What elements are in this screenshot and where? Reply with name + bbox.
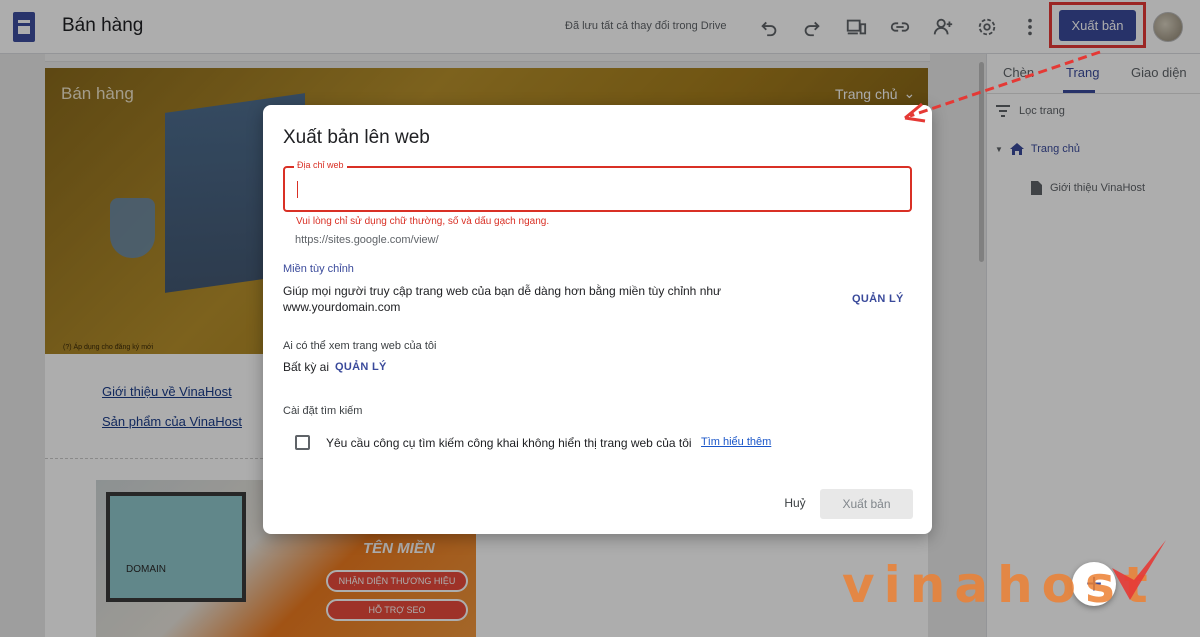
hide-from-search-checkbox[interactable]	[295, 435, 310, 450]
custom-domain-description: Giúp mọi người truy cập trang web của bạ…	[283, 284, 722, 314]
viewers-value-text: Bất kỳ ai	[283, 360, 330, 374]
cancel-button[interactable]: Huỷ	[775, 492, 815, 514]
error-message: Vui lòng chỉ sử dụng chữ thường, số và d…	[296, 216, 550, 227]
url-prefix: https://sites.google.com/view/	[295, 234, 439, 246]
custom-domain-heading: Miền tùy chỉnh	[283, 263, 354, 275]
viewers-heading: Ai có thể xem trang web của tôi	[283, 340, 437, 352]
web-address-input[interactable]	[295, 178, 895, 200]
manage-domain-button[interactable]: QUẢN LÝ	[852, 293, 904, 305]
text-caret	[297, 181, 298, 198]
learn-more-link[interactable]: Tìm hiểu thêm	[701, 436, 771, 448]
viewers-value: Bất kỳ ai	[283, 360, 329, 374]
dialog-title: Xuất bản lên web	[283, 127, 430, 148]
web-address-label: Địa chỉ web	[294, 160, 347, 170]
manage-viewers-button[interactable]: QUẢN LÝ	[335, 361, 387, 373]
web-address-field[interactable]: Địa chỉ web	[283, 160, 912, 212]
dialog-publish-button[interactable]: Xuất bản	[820, 489, 913, 519]
hide-from-search-label[interactable]: Yêu cầu công cụ tìm kiếm công khai không…	[326, 436, 692, 450]
publish-dialog: Xuất bản lên web Địa chỉ web Vui lòng ch…	[263, 105, 932, 534]
search-settings-heading: Cài đặt tìm kiếm	[283, 405, 363, 417]
watermark-check-icon	[1112, 540, 1166, 600]
